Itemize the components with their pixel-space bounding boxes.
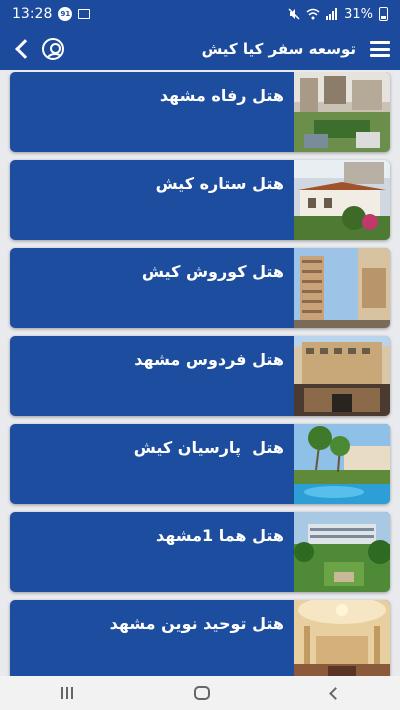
hamburger-menu-icon[interactable] xyxy=(370,41,390,57)
app-bar-right: توسعه سفر کیا کیش xyxy=(202,40,390,58)
user-profile-icon[interactable] xyxy=(42,38,64,60)
hotel-name: هتل هما 1مشهد xyxy=(155,526,284,545)
hotel-card-6[interactable]: هتل هما 1مشهد xyxy=(10,512,390,592)
hotel-name: هتل فردوس مشهد xyxy=(134,350,284,369)
back-chevron-icon[interactable] xyxy=(15,39,35,59)
status-time: 13:28 xyxy=(12,6,53,22)
hotel-list[interactable]: هتل رفاه مشهد هتل ستاره کیش هتل کوروش کی… xyxy=(0,72,400,676)
home-icon[interactable] xyxy=(193,686,210,700)
gallery-icon xyxy=(78,9,91,19)
recent-apps-icon[interactable] xyxy=(60,687,73,699)
hotel-photo xyxy=(294,424,390,504)
hotel-photo xyxy=(294,512,390,592)
battery-percent: 31% xyxy=(344,6,373,22)
hotel-photo xyxy=(294,336,390,416)
hotel-photo xyxy=(294,248,390,328)
hotel-name: هتل توحید نوین مشهد xyxy=(109,614,284,633)
notification-badge-icon: 91 xyxy=(58,7,73,21)
back-nav-icon[interactable] xyxy=(328,686,342,700)
hotel-card-2[interactable]: هتل ستاره کیش xyxy=(10,160,390,240)
hotel-name: هتل رفاه مشهد xyxy=(159,86,284,105)
wifi-icon xyxy=(306,8,320,20)
app-bar-left xyxy=(12,38,64,60)
hotel-card-5[interactable]: هتل پارسیان کیش xyxy=(10,424,390,504)
app-bar: توسعه سفر کیا کیش xyxy=(0,28,400,70)
hotel-card-1[interactable]: هتل رفاه مشهد xyxy=(10,72,390,152)
status-left: 13:28 91 xyxy=(12,6,91,22)
hotel-card-7[interactable]: هتل توحید نوین مشهد xyxy=(10,600,390,676)
hotel-photo xyxy=(294,600,390,676)
system-nav-bar xyxy=(0,676,400,710)
hotel-card-3[interactable]: هتل کوروش کیش xyxy=(10,248,390,328)
status-bar: 13:28 91 31% xyxy=(0,0,400,28)
status-right: 31% xyxy=(288,7,388,22)
hotel-photo xyxy=(294,160,390,240)
mute-icon xyxy=(288,8,300,20)
hotel-name: هتل پارسیان کیش xyxy=(133,438,284,457)
hotel-card-4[interactable]: هتل فردوس مشهد xyxy=(10,336,390,416)
hotel-photo xyxy=(294,72,390,152)
battery-icon xyxy=(379,7,388,21)
signal-icon xyxy=(326,8,338,20)
hotel-name: هتل کوروش کیش xyxy=(141,262,284,281)
hotel-name: هتل ستاره کیش xyxy=(155,174,284,193)
app-title: توسعه سفر کیا کیش xyxy=(201,40,356,58)
